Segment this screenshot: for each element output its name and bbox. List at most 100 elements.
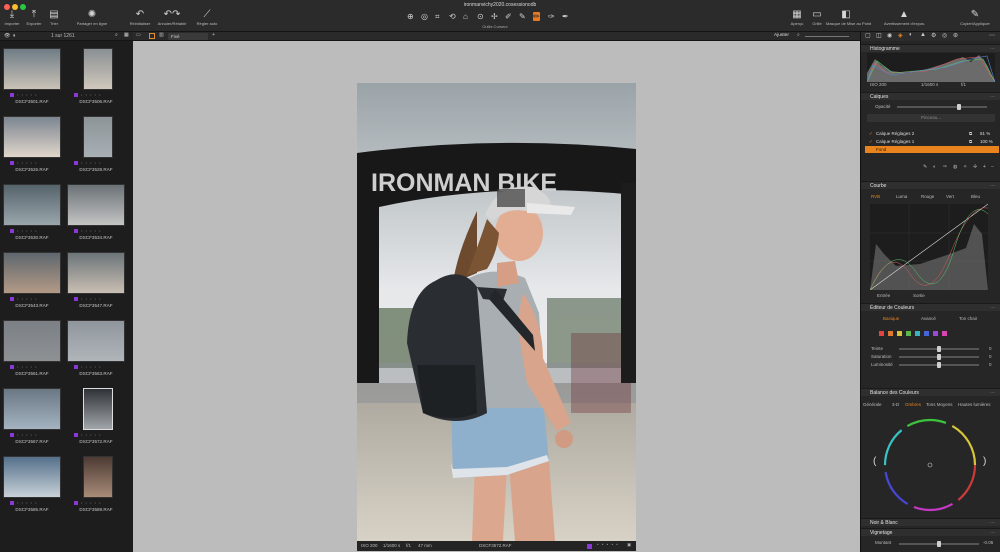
thumbnail-image[interactable] [83,48,113,90]
add-icon[interactable]: + [212,32,215,38]
thumbnail-rating[interactable]: • • • • • [74,160,101,165]
magic-icon[interactable]: ✧ [963,164,967,170]
thumbnail-image[interactable] [3,116,61,158]
bw-header[interactable]: Noir & Blanc ⋯ [861,518,1000,526]
balance-left-arc[interactable]: ( [873,456,876,467]
tab-tons-moyens[interactable]: Tons Moyens [926,402,953,407]
color-tag[interactable] [587,544,592,549]
brush-tool-icon[interactable]: ✏ [533,12,540,21]
rating-stars[interactable]: • • • • • [81,92,101,97]
primary-variant-icon[interactable] [149,33,155,39]
color-tag[interactable] [10,160,14,165]
rating-stars[interactable]: • • • • • [17,228,37,233]
sort-button[interactable]: ▤ Trier [34,9,74,26]
thumbnail-rating[interactable]: • • • • • [10,92,37,97]
opacity-slider[interactable] [897,104,987,110]
rating-stars[interactable]: • • • • • [81,160,101,165]
undo-redo-button[interactable]: ↶↷ Annuler/Rétablir [152,9,192,26]
color-tag[interactable] [74,228,78,233]
exposure-tab-icon[interactable]: ◐ [909,32,913,38]
thumbnail-image[interactable] [3,184,61,226]
mask-draw-icon[interactable]: ✎ [519,12,526,21]
rating-stars[interactable]: • • • • • [17,296,37,301]
layers-header[interactable]: Calques ⋯ [861,92,1000,100]
layer-check-icon[interactable]: ✓ [869,130,873,137]
layer-row[interactable]: ✓ Calque Réglages 1 ⧉ 100 % [865,138,999,145]
layer-brush-field[interactable]: Pinceau... [867,114,995,122]
loupe-tool-icon[interactable]: ◎ [421,12,428,21]
tab-rvb[interactable]: RVB [871,194,880,199]
thumbnail-image[interactable] [3,320,61,362]
tab-ton-chair[interactable]: Ton chair [959,316,977,321]
color-swatch[interactable] [879,331,884,336]
picker-icon[interactable]: ✢ [973,164,977,170]
curve-graph[interactable] [869,203,989,291]
thumbnail-cell[interactable]: • • • • • DSCF3501.RAF [0,48,64,115]
wb-picker-icon[interactable]: ✐ [505,12,512,21]
color-tag[interactable] [74,160,78,165]
thumbnail-rating[interactable]: • • • • • [74,500,101,505]
thumbnail-rating[interactable]: • • • • • [74,296,101,301]
thumbnail-cell[interactable]: • • • • • DSCF3506.RAF [64,48,128,115]
color-tag[interactable] [10,432,14,437]
layer-check-icon[interactable]: ✓ [869,138,873,145]
balance-right-arc[interactable]: ) [983,456,986,467]
thumbnail-image[interactable] [3,388,61,430]
tab-rouge[interactable]: Rouge [921,194,934,199]
layer-mask-icon[interactable]: ⧉ [969,138,972,145]
focus-mask-button[interactable]: ◧ Masque de Mise au Point [826,9,871,26]
output-tab-icon[interactable]: ⊛ [953,32,958,39]
color-balance-header[interactable]: Balance des Couleurs ⋯ [861,388,1000,396]
eraser-tool-icon[interactable]: ✑ [548,12,555,21]
color-swatch[interactable] [897,331,902,336]
details-tab-icon[interactable]: ▲ [920,32,926,38]
layer-add-icon[interactable]: + [983,164,986,170]
color-tag[interactable] [74,432,78,437]
thumbnail-cell[interactable]: • • • • • DSCF3585.RAF [0,456,64,523]
keystone-tool-icon[interactable]: ⌂ [463,12,468,21]
color-tag[interactable] [74,364,78,369]
color-tag[interactable] [74,296,78,301]
thumbnail-cell[interactable]: • • • • • DSCF3561.RAF [0,320,64,387]
color-tag[interactable] [10,500,14,505]
eye-icon[interactable]: 👁 [4,33,10,39]
tab-vert[interactable]: Vert [946,194,954,199]
vignette-amount-slider[interactable] [899,541,979,547]
color-swatch[interactable] [906,331,911,336]
color-swatch[interactable] [915,331,920,336]
color-swatch[interactable] [888,331,893,336]
star-rating[interactable]: • • • • • [597,542,619,547]
color-editor-header[interactable]: Éditeur de Couleurs ⋯ [861,303,1000,311]
color-slider[interactable] [899,346,979,352]
tab-3-d[interactable]: 3-D [892,402,899,407]
thumbnail-image[interactable] [67,320,125,362]
annotation-tool-icon[interactable]: ✒ [562,12,569,21]
thumbnail-image[interactable] [3,456,61,498]
copy-apply-button[interactable]: ✎ Copier/Appliquer [955,9,995,26]
thumbnail-cell[interactable]: • • • • • DSCF3526.RAF [0,116,64,183]
brush-icon[interactable]: ✎ [923,164,927,170]
share-button[interactable]: ✺ Partager en ligne [72,9,112,26]
browser-grid-icon[interactable]: ▦ [124,32,129,38]
meta-delete-icon[interactable]: ▣ [627,542,631,548]
exposure-warning-button[interactable]: ▲ Avertissement d'expos. [884,9,925,26]
tab-ombres[interactable]: Ombres [905,402,921,407]
color-wheel[interactable] [881,416,979,514]
thumbnail-image[interactable] [3,252,61,294]
color-swatch[interactable] [924,331,929,336]
tab-g-n-rale[interactable]: Générale [863,402,882,407]
library-tab-icon[interactable]: ▢ [865,32,871,39]
tab-luma[interactable]: Luma [896,194,907,199]
thumbnail-rating[interactable]: • • • • • [10,296,37,301]
thumbnail-cell[interactable]: • • • • • DSCF3528.RAF [64,116,128,183]
thumbnail-rating[interactable]: • • • • • [10,432,37,437]
thumbnail-rating[interactable]: • • • • • [10,228,37,233]
thumbnail-cell[interactable]: • • • • • DSCF3572.RAF [64,388,128,455]
color-slider[interactable] [899,362,979,368]
straighten-button[interactable]: ⟋ Régler auto [187,9,227,26]
thumbnail-cell[interactable]: • • • • • DSCF3547.RAF [64,252,128,319]
picker-tool-icon[interactable]: ✢ [491,12,498,21]
spot-tool-icon[interactable]: ⊙ [477,12,484,21]
thumbnail-image[interactable] [67,184,125,226]
thumbnail-cell[interactable]: • • • • • DSCF3563.RAF [64,320,128,387]
